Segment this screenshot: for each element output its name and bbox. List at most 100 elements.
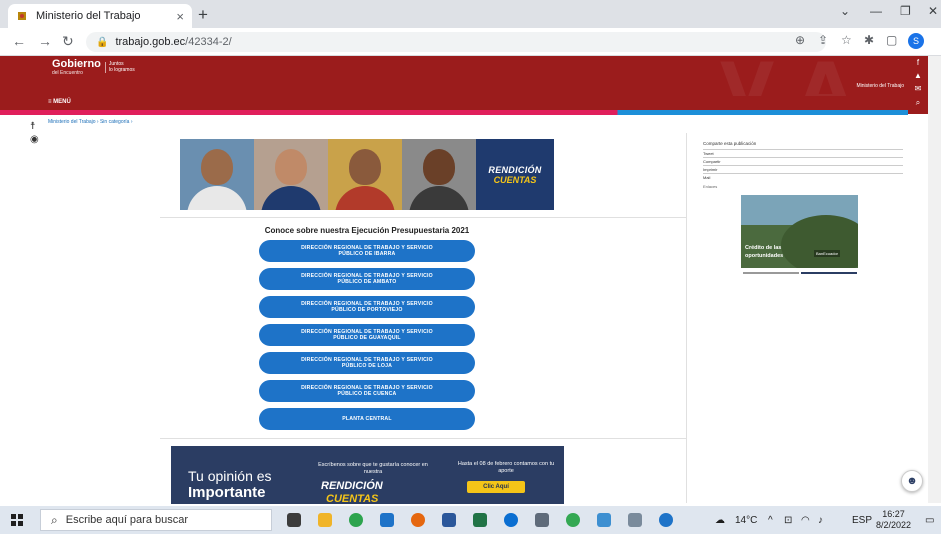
logo-main: Gobierno: [52, 58, 101, 70]
youtube-icon[interactable]: ▲: [908, 69, 928, 82]
ministry-label[interactable]: Ministerio del Trabajo: [856, 83, 904, 89]
excel-icon[interactable]: [473, 513, 487, 527]
file-explorer-icon[interactable]: [318, 513, 332, 527]
profile-avatar[interactable]: S: [908, 33, 924, 49]
tab-close-icon[interactable]: ×: [176, 9, 184, 24]
windows-start-icon[interactable]: [11, 514, 23, 526]
menu-button[interactable]: ≡ MENÚ: [48, 99, 71, 105]
bookmark-star-icon[interactable]: ☆: [841, 33, 852, 47]
hero-photo-2: [254, 139, 328, 210]
hero-photo-3: [328, 139, 402, 210]
taskbar-search-placeholder: Escribe aquí para buscar: [65, 514, 189, 526]
wifi-icon[interactable]: ◠: [801, 515, 810, 526]
visibility-icon[interactable]: ◉: [30, 133, 39, 146]
back-icon[interactable]: ←: [12, 33, 26, 49]
help-icon[interactable]: [659, 513, 673, 527]
chrome-icon[interactable]: [349, 513, 363, 527]
opinion-line-1: Tu opinión es: [188, 468, 272, 484]
share-page-icon[interactable]: ⇪: [818, 33, 828, 47]
side-panel-icon[interactable]: ▢: [886, 33, 897, 47]
content-divider-top: [160, 217, 686, 218]
ibarra-button[interactable]: DIRECCIÓN REGIONAL DE TRABAJO Y SERVICIO…: [259, 240, 475, 262]
hero-photo-4: [402, 139, 476, 210]
share-facebook[interactable]: Compartir: [703, 157, 903, 165]
slogan-line-2: lo logramos: [108, 66, 135, 73]
logo-slogan: Juntos lo logramos: [104, 61, 135, 73]
url-path: /42334-2/: [185, 36, 232, 48]
opinion-banner[interactable]: Tu opinión es Importante Escríbenos sobr…: [171, 446, 564, 505]
cuentas-text: CUENTAS: [493, 174, 537, 185]
maximize-icon[interactable]: ❐: [900, 4, 911, 18]
cuenca-button[interactable]: DIRECCIÓN REGIONAL DE TRABAJO Y SERVICIO…: [259, 380, 475, 402]
chat-icon[interactable]: ☻: [901, 470, 923, 492]
portoviejo-button[interactable]: DIRECCIÓN REGIONAL DE TRABAJO Y SERVICIO…: [259, 296, 475, 318]
url-field[interactable]: 🔒 trabajo.gob.ec/42334-2/: [86, 32, 826, 52]
share-tweet[interactable]: Tweet: [703, 149, 903, 157]
photos-icon[interactable]: [597, 513, 611, 527]
opinion-line-2: Importante: [188, 484, 266, 501]
weather-icon[interactable]: ☁: [715, 515, 725, 526]
rendicion-text: RENDICIÓN: [488, 164, 542, 175]
word-icon[interactable]: [442, 513, 456, 527]
breadcrumb[interactable]: Ministerio del Trabajo › Sin categoría ›: [48, 119, 132, 125]
column-divider: [686, 133, 687, 503]
section-title: Conoce sobre nuestra Ejecución Presupues…: [264, 226, 470, 235]
app-icon-12[interactable]: [628, 513, 642, 527]
accessibility-icon[interactable]: ☨: [30, 120, 39, 133]
share-mail[interactable]: Mail: [703, 173, 903, 181]
planta-central-button[interactable]: PLANTA CENTRAL: [259, 408, 475, 430]
promo-slider-dots[interactable]: [743, 272, 857, 274]
zoom-app-icon[interactable]: [380, 513, 394, 527]
site-header: V A Gobierno del Encuentro Juntos lo log…: [0, 56, 908, 96]
page-scrollbar[interactable]: [928, 56, 941, 503]
banner-mid-text: Escríbenos sobre que te gustaría conocer…: [318, 462, 428, 476]
ambato-button[interactable]: DIRECCIÓN REGIONAL DE TRABAJO Y SERVICIO…: [259, 268, 475, 290]
network-icon[interactable]: ⊡: [784, 515, 792, 526]
banner-cuentas: CUENTAS: [326, 493, 379, 505]
banner-deadline-text: Hasta el 08 de febrero contamos con tu a…: [457, 461, 555, 475]
chrome-profile-icon[interactable]: [566, 513, 580, 527]
instagram-icon[interactable]: ✉: [908, 82, 928, 95]
loja-button[interactable]: DIRECCIÓN REGIONAL DE TRABAJO Y SERVICIO…: [259, 352, 475, 374]
app-icon-9[interactable]: [535, 513, 549, 527]
browser-tabstrip: Ministerio del Trabajo × + ⌄ — ❐ ✕: [0, 0, 941, 28]
minimize-icon[interactable]: —: [870, 4, 882, 18]
logo-sub: del Encuentro: [52, 70, 83, 76]
close-window-icon[interactable]: ✕: [928, 4, 938, 18]
lock-icon: 🔒: [96, 36, 109, 48]
url-host: trabajo.gob.ec: [115, 36, 186, 48]
browser-app-icon[interactable]: [504, 513, 518, 527]
notifications-icon[interactable]: ▭: [925, 515, 934, 526]
language-indicator[interactable]: ESP: [852, 515, 872, 526]
header-watermark: V A: [720, 56, 853, 96]
windows-taskbar: ⌕ Escribe aquí para buscar ☁ 14°C ^ ⊡ ◠ …: [0, 506, 941, 534]
tab-search-icon[interactable]: ⌄: [840, 4, 850, 18]
rendicion-logo: RENDICIÓN CUENTAS: [476, 139, 554, 210]
accessibility-tools: ☨ ◉: [30, 120, 39, 146]
guayaquil-button[interactable]: DIRECCIÓN REGIONAL DE TRABAJO Y SERVICIO…: [259, 324, 475, 346]
ministry-favicon-icon: [18, 12, 26, 20]
firefox-icon[interactable]: [411, 513, 425, 527]
zoom-icon[interactable]: ⊕: [795, 33, 805, 47]
gobierno-logo[interactable]: Gobierno del Encuentro Juntos lo logramo…: [52, 58, 135, 77]
hero-banner[interactable]: RENDICIÓN CUENTAS: [180, 139, 554, 210]
taskbar-search-input[interactable]: ⌕ Escribe aquí para buscar: [40, 509, 272, 531]
site-search-icon[interactable]: ⌕: [908, 96, 928, 110]
reload-icon[interactable]: ↻: [62, 33, 74, 50]
tray-chevron-icon[interactable]: ^: [768, 515, 773, 526]
search-icon: ⌕: [51, 512, 58, 527]
share-print[interactable]: Imprimir: [703, 165, 903, 173]
weather-temp[interactable]: 14°C: [735, 515, 757, 526]
new-tab-button[interactable]: +: [198, 5, 208, 25]
facebook-icon[interactable]: f: [908, 56, 928, 69]
task-view-icon[interactable]: [287, 513, 301, 527]
extensions-icon[interactable]: ✱: [864, 33, 874, 47]
browser-tab[interactable]: Ministerio del Trabajo ×: [8, 4, 192, 28]
volume-icon[interactable]: ♪: [818, 515, 823, 526]
clic-aqui-button[interactable]: Clic Aquí: [467, 481, 525, 493]
content-divider-bottom: [160, 438, 686, 439]
forward-icon[interactable]: →: [38, 33, 52, 49]
credito-promo[interactable]: Crédito de las oportunidades BanEcuador: [741, 195, 858, 268]
tab-title: Ministerio del Trabajo: [36, 10, 141, 22]
clock[interactable]: 16:27 8/2/2022: [876, 509, 911, 531]
